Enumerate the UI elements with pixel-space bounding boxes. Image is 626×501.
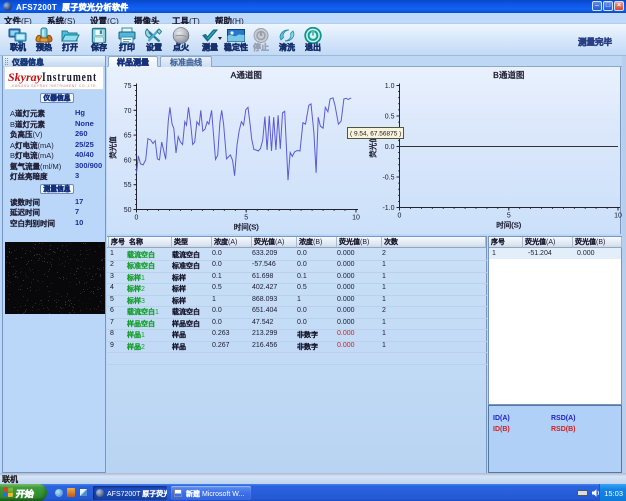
svg-text:时间(S): 时间(S) <box>496 220 521 230</box>
svg-text:-1.0: -1.0 <box>382 205 394 212</box>
svg-text:0: 0 <box>135 215 139 222</box>
svg-text:10: 10 <box>614 213 622 220</box>
svg-text:65: 65 <box>124 133 132 140</box>
svg-text:0: 0 <box>398 213 402 220</box>
svg-text:B通道图: B通道图 <box>493 70 524 80</box>
svg-text:10: 10 <box>352 215 360 222</box>
svg-text:5: 5 <box>244 215 248 222</box>
svg-text:5: 5 <box>507 213 511 220</box>
svg-text:( 9.54, 67.56875 ): ( 9.54, 67.56875 ) <box>350 131 401 138</box>
svg-text:75: 75 <box>124 83 132 90</box>
svg-text:60: 60 <box>124 157 132 164</box>
svg-text:0.5: 0.5 <box>385 114 395 121</box>
svg-text:时间(S): 时间(S) <box>234 222 259 232</box>
svg-text:70: 70 <box>124 108 132 115</box>
svg-text:A通道图: A通道图 <box>231 70 262 80</box>
svg-text:-0.5: -0.5 <box>382 175 394 182</box>
svg-text:55: 55 <box>124 182 132 189</box>
svg-text:50: 50 <box>124 207 132 214</box>
svg-text:1.0: 1.0 <box>385 83 395 90</box>
svg-text:0.0: 0.0 <box>385 144 395 151</box>
svg-text:荧光值: 荧光值 <box>108 136 118 159</box>
